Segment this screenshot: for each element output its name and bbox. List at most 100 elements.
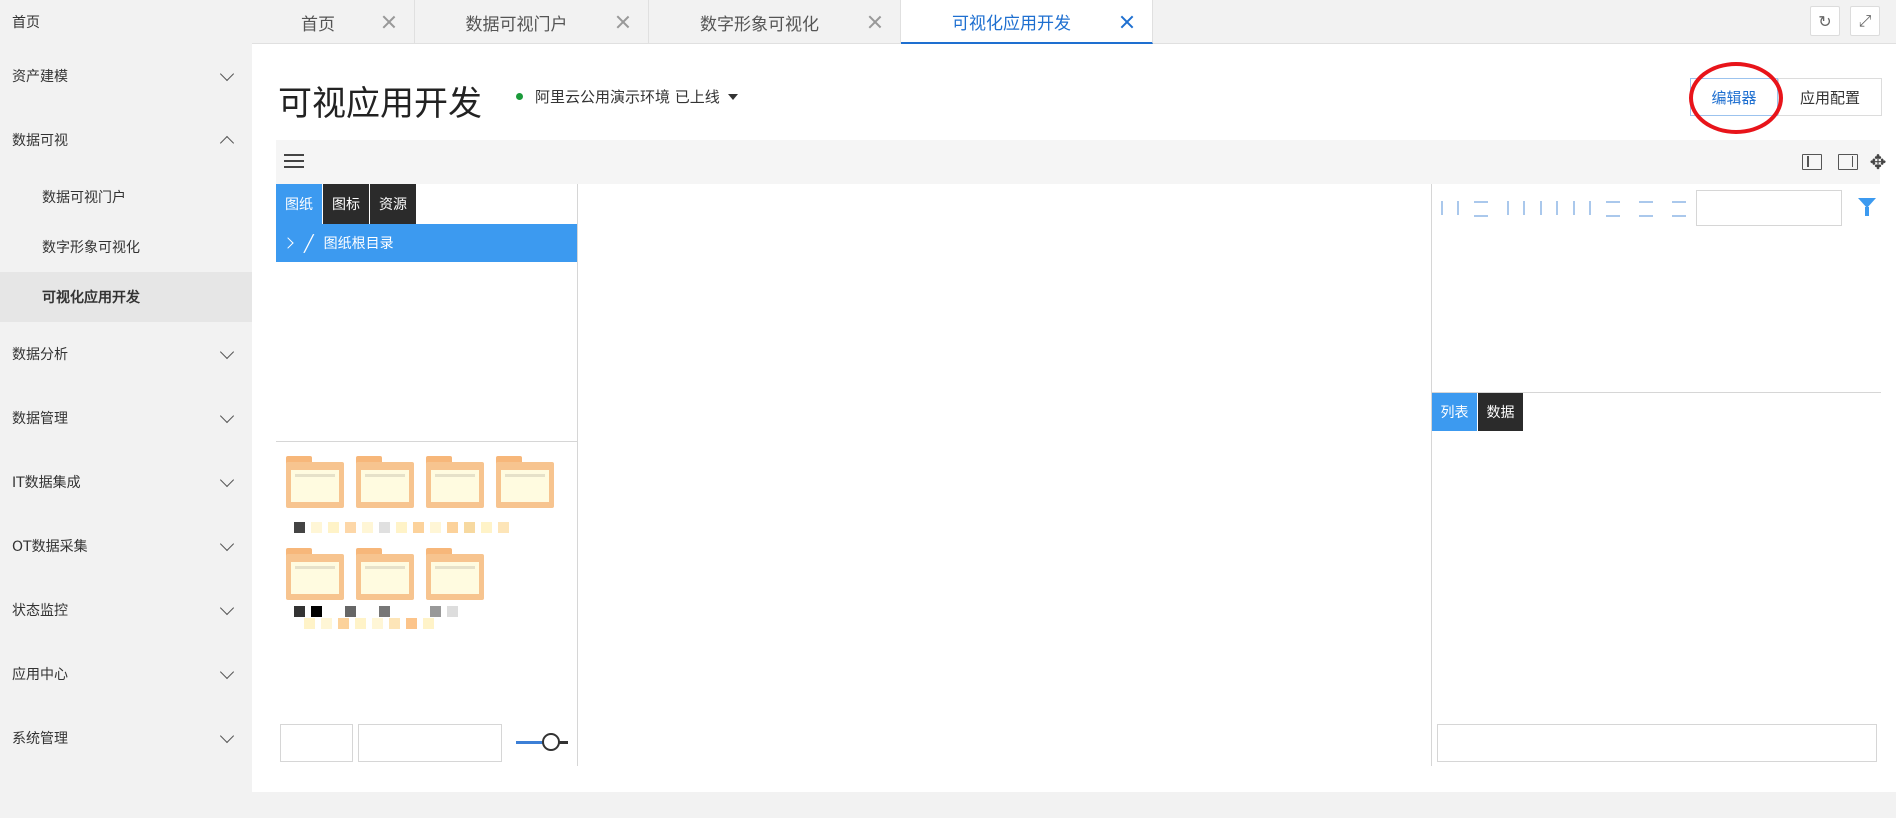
close-icon[interactable] <box>382 15 396 29</box>
folder-icon[interactable] <box>426 456 484 508</box>
property-search-input[interactable] <box>1696 190 1842 226</box>
folder-icon[interactable] <box>356 456 414 508</box>
align-toolbar <box>1438 198 1691 218</box>
chevron-down-icon <box>219 600 235 616</box>
sidebar-subitem-digital-image[interactable]: 数字形象可视化 <box>0 222 252 272</box>
status-dot-icon <box>516 93 523 100</box>
sidebar-item-data-analysis[interactable]: 数据分析 <box>0 322 252 386</box>
tab-icons[interactable]: 图标 <box>323 184 369 224</box>
sidebar-item-label: 系统管理 <box>12 731 68 747</box>
sidebar-subitem-visual-app-dev[interactable]: 可视化应用开发 <box>0 272 252 322</box>
tab-list[interactable]: 列表 <box>1432 393 1477 431</box>
panel-divider <box>276 441 577 442</box>
close-icon[interactable] <box>616 15 630 29</box>
search-input[interactable] <box>358 724 502 762</box>
slider-knob[interactable] <box>542 733 560 751</box>
folder-label-row <box>304 618 434 630</box>
size-slider[interactable] <box>516 730 572 754</box>
close-icon[interactable] <box>1120 15 1134 29</box>
sidebar-item-status-monitor[interactable]: 状态监控 <box>0 578 252 642</box>
editor-button[interactable]: 编辑器 <box>1690 78 1778 116</box>
slash-icon: ╱ <box>304 233 314 253</box>
folder-icon[interactable] <box>496 456 554 508</box>
chevron-down-icon <box>219 728 235 744</box>
sidebar-subitem-label: 数据可视门户 <box>42 190 126 206</box>
tab-drawings[interactable]: 图纸 <box>276 184 322 224</box>
sidebar-item-data-visual[interactable]: 数据可视 <box>0 108 252 172</box>
align-bottom-icon[interactable] <box>1669 198 1691 218</box>
sidebar-item-app-center[interactable]: 应用中心 <box>0 642 252 706</box>
tab-data[interactable]: 数据 <box>1478 393 1523 431</box>
sidebar-subitem-label: 数字形象可视化 <box>42 240 140 256</box>
right-panel: 列表 数据 <box>1431 184 1881 766</box>
align-left-icon[interactable] <box>1504 198 1526 218</box>
left-panel-toggle-icon[interactable] <box>1802 154 1822 170</box>
zoom-input[interactable] <box>280 724 353 762</box>
editor-toolbar: ✥ <box>276 140 1886 184</box>
environment-label: 阿里云公用演示环境 已上线 <box>535 88 720 106</box>
folder-icon[interactable] <box>286 456 344 508</box>
filter-icon[interactable] <box>1858 198 1876 218</box>
left-panel: 图纸 图标 资源 ╱ 图纸根目录 <box>276 184 578 766</box>
chevron-down-icon <box>219 344 235 360</box>
tab-visual-app-dev[interactable]: 可视化应用开发 <box>901 0 1153 44</box>
sidebar-item-it-integration[interactable]: IT数据集成 <box>0 450 252 514</box>
folder-icon[interactable] <box>426 548 484 600</box>
close-icon[interactable] <box>868 15 882 29</box>
sidebar-item-ot-collection[interactable]: OT数据采集 <box>0 514 252 578</box>
environment-selector[interactable]: 阿里云公用演示环境 已上线 <box>516 86 738 107</box>
sidebar-item-system-management[interactable]: 系统管理 <box>0 706 252 770</box>
align-right-icon[interactable] <box>1570 198 1592 218</box>
align-center-icon[interactable] <box>1537 198 1559 218</box>
folder-icon[interactable] <box>286 548 344 600</box>
refresh-icon[interactable]: ↻ <box>1810 6 1840 36</box>
sidebar-item-label: 首页 <box>12 15 40 31</box>
caret-down-icon <box>727 93 738 100</box>
sidebar-item-home[interactable]: 首页 <box>0 0 252 44</box>
tree-root-row[interactable]: ╱ 图纸根目录 <box>276 224 577 262</box>
right-panel-toggle-icon[interactable] <box>1838 154 1858 170</box>
menu-icon[interactable] <box>284 154 304 170</box>
left-panel-tabs: 图纸 图标 资源 <box>276 184 417 224</box>
chevron-down-icon <box>219 408 235 424</box>
app-root: 首页 资产建模 数据可视 数据可视门户 数字形象可视化 可视化应用开发 数据分析… <box>0 0 1896 818</box>
sidebar-item-label: IT数据集成 <box>12 475 81 491</box>
tab-label: 可视化应用开发 <box>952 13 1071 34</box>
chevron-down-icon <box>219 472 235 488</box>
fullscreen-icon[interactable]: ⤢ <box>1850 6 1880 36</box>
sidebar-item-label: 应用中心 <box>12 667 68 683</box>
distribute-horizontal-icon[interactable] <box>1438 198 1460 218</box>
tab-label: 数据可视门户 <box>465 14 568 35</box>
sidebar-item-label: 数据可视 <box>12 133 68 149</box>
tab-resources[interactable]: 资源 <box>370 184 416 224</box>
right-panel-input[interactable] <box>1437 724 1877 762</box>
move-icon[interactable]: ✥ <box>1866 150 1890 174</box>
app-config-button[interactable]: 应用配置 <box>1778 78 1882 116</box>
tab-data-portal[interactable]: 数据可视门户 <box>415 0 649 44</box>
right-panel-tabs: 列表 数据 <box>1432 393 1524 431</box>
tab-label: 首页 <box>301 14 335 35</box>
sidebar-item-label: 资产建模 <box>12 69 68 85</box>
sidebar-item-label: OT数据采集 <box>12 539 88 555</box>
chevron-down-icon <box>219 536 235 552</box>
chevron-down-icon <box>219 664 235 680</box>
sidebar-subitem-portal[interactable]: 数据可视门户 <box>0 172 252 222</box>
page-title: 可视应用开发 <box>278 84 482 124</box>
align-middle-icon[interactable] <box>1636 198 1658 218</box>
tab-label: 数字形象可视化 <box>700 14 819 35</box>
tab-home[interactable]: 首页 <box>252 0 415 44</box>
editor-canvas[interactable] <box>579 184 1431 766</box>
chevron-right-icon <box>282 237 294 249</box>
distribute-vertical-icon[interactable] <box>1471 198 1493 218</box>
chevron-up-icon <box>219 135 235 151</box>
sidebar-item-label: 数据管理 <box>12 411 68 427</box>
folder-label-row <box>294 606 458 618</box>
tab-digital-image[interactable]: 数字形象可视化 <box>649 0 901 44</box>
align-top-icon[interactable] <box>1603 198 1625 218</box>
folder-icon[interactable] <box>356 548 414 600</box>
sidebar-item-asset-modeling[interactable]: 资产建模 <box>0 44 252 108</box>
sidebar: 首页 资产建模 数据可视 数据可视门户 数字形象可视化 可视化应用开发 数据分析… <box>0 0 252 770</box>
sidebar-item-data-management[interactable]: 数据管理 <box>0 386 252 450</box>
folder-label-row <box>294 522 509 534</box>
tab-bar: 首页 数据可视门户 数字形象可视化 可视化应用开发 ↻ ⤢ <box>252 0 1896 44</box>
